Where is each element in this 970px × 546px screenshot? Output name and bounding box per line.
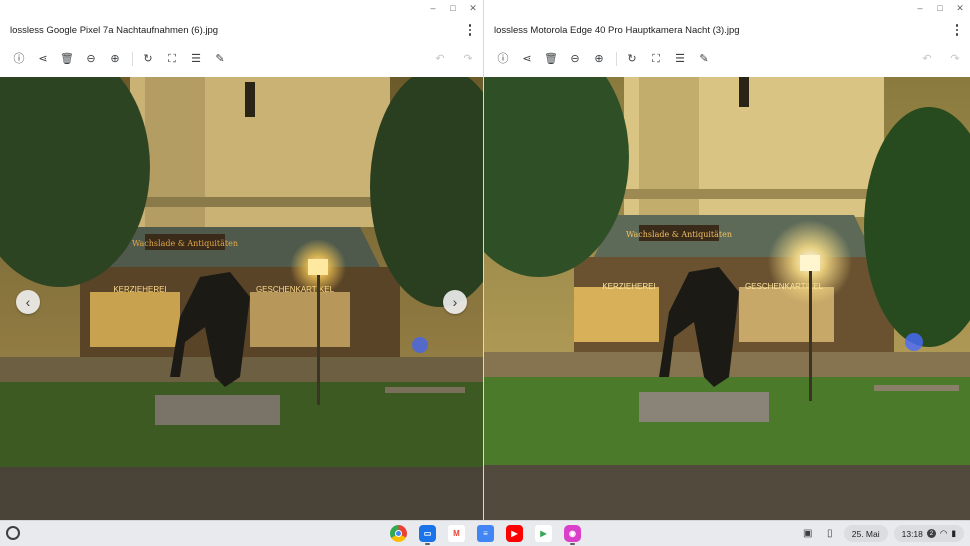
right-gallery-window: – □ ✕ lossless Motorola Edge 40 Pro Haup… [484,0,970,520]
more-menu-button[interactable] [465,22,475,38]
chrome-icon[interactable] [390,525,407,542]
zoom-out-icon[interactable]: ⊖ [84,52,98,66]
delete-icon[interactable]: 🗑 [544,52,558,66]
crop-icon[interactable]: ⛶ [649,52,663,66]
history-controls: ↶ ↷ [433,52,475,66]
docs-icon[interactable]: ≡ [477,525,494,542]
launcher-icon[interactable] [6,526,20,540]
zoom-in-icon[interactable]: ⊕ [592,52,606,66]
svg-text:KERZIEHEREI: KERZIEHEREI [113,285,166,294]
delete-icon[interactable]: 🗑 [60,52,74,66]
next-image-button[interactable]: › [443,290,467,314]
maximize-button[interactable]: □ [934,2,946,14]
more-menu-button[interactable] [952,22,962,38]
gallery-icon[interactable]: ◉ [564,525,581,545]
night-photo: Wachslade & Antiquitäten KERZIEHEREI GES… [484,77,970,520]
files-icon[interactable]: ▭ [419,525,436,545]
toolbar-divider [616,52,617,66]
share-icon[interactable]: ⋖ [520,52,534,66]
minimize-button[interactable]: – [914,2,926,14]
previous-image-button[interactable]: ‹ [16,290,40,314]
night-photo: Wachslade & Antiquitäten KERZIEHEREI GES… [0,77,483,520]
window-caption-buttons: – □ ✕ [423,0,483,16]
left-gallery-window: – □ ✕ lossless Google Pixel 7a Nachtaufn… [0,0,483,520]
phone-hub-icon[interactable]: ▯ [822,526,838,542]
holding-space-icon[interactable]: ▣ [800,526,816,542]
info-icon[interactable]: ⓘ [496,52,510,66]
zoom-in-icon[interactable]: ⊕ [108,52,122,66]
lighting-icon[interactable]: ✎ [697,52,711,66]
file-title: lossless Motorola Edge 40 Pro Hauptkamer… [494,24,740,36]
play-store-icon[interactable]: ▶ [535,525,552,542]
close-button[interactable]: ✕ [467,2,479,14]
close-button[interactable]: ✕ [954,2,966,14]
share-icon[interactable]: ⋖ [36,52,50,66]
battery-icon: ▮ [951,528,956,538]
photo-viewport[interactable]: Wachslade & Antiquitäten KERZIEHEREI GES… [484,77,970,520]
window-caption-buttons: – □ ✕ [910,0,970,16]
toolbar-divider [132,52,133,66]
status-area[interactable]: 13:18 2 ◠ ▮ [893,525,964,542]
info-icon[interactable]: ⓘ [12,52,26,66]
status-tray: ▣ ▯ 25. Mai 13:18 2 ◠ ▮ [800,525,964,542]
history-controls: ↶ ↷ [920,52,962,66]
system-shelf: ▭ M ≡ ▶ ▶ ◉ ▣ ▯ 25. Mai 13:18 2 ◠ ▮ [0,520,970,546]
zoom-out-icon[interactable]: ⊖ [568,52,582,66]
photo-viewport[interactable]: Wachslade & Antiquitäten KERZIEHEREI GES… [0,77,483,520]
gmail-icon[interactable]: M [448,525,465,542]
rotate-icon[interactable]: ↻ [141,52,155,66]
date-pill[interactable]: 25. Mai [843,525,888,542]
svg-text:Wachslade & Antiquitäten: Wachslade & Antiquitäten [132,239,238,248]
clock: 13:18 [901,528,923,539]
crop-icon[interactable]: ⛶ [165,52,179,66]
redo-icon[interactable]: ↷ [948,52,962,66]
pinned-apps: ▭ M ≡ ▶ ▶ ◉ [390,525,581,545]
svg-text:KERZIEHEREI: KERZIEHEREI [602,282,655,291]
wifi-icon: ◠ [939,528,948,538]
svg-text:Wachslade & Antiquitäten: Wachslade & Antiquitäten [626,230,732,239]
maximize-button[interactable]: □ [447,2,459,14]
minimize-button[interactable]: – [427,2,439,14]
image-toolbar: ⓘ ⋖ 🗑 ⊖ ⊕ ↻ ⛶ ☰ ✎ [484,46,970,72]
lighting-icon[interactable]: ✎ [213,52,227,66]
undo-icon[interactable]: ↶ [433,52,447,66]
adjust-icon[interactable]: ☰ [673,52,687,66]
file-title: lossless Google Pixel 7a Nachtaufnahmen … [10,24,219,36]
youtube-icon[interactable]: ▶ [506,525,523,542]
undo-icon[interactable]: ↶ [920,52,934,66]
adjust-icon[interactable]: ☰ [189,52,203,66]
redo-icon[interactable]: ↷ [461,52,475,66]
rotate-icon[interactable]: ↻ [625,52,639,66]
image-toolbar: ⓘ ⋖ 🗑 ⊖ ⊕ ↻ ⛶ ☰ ✎ [0,46,483,72]
notification-badge: 2 [926,529,936,538]
